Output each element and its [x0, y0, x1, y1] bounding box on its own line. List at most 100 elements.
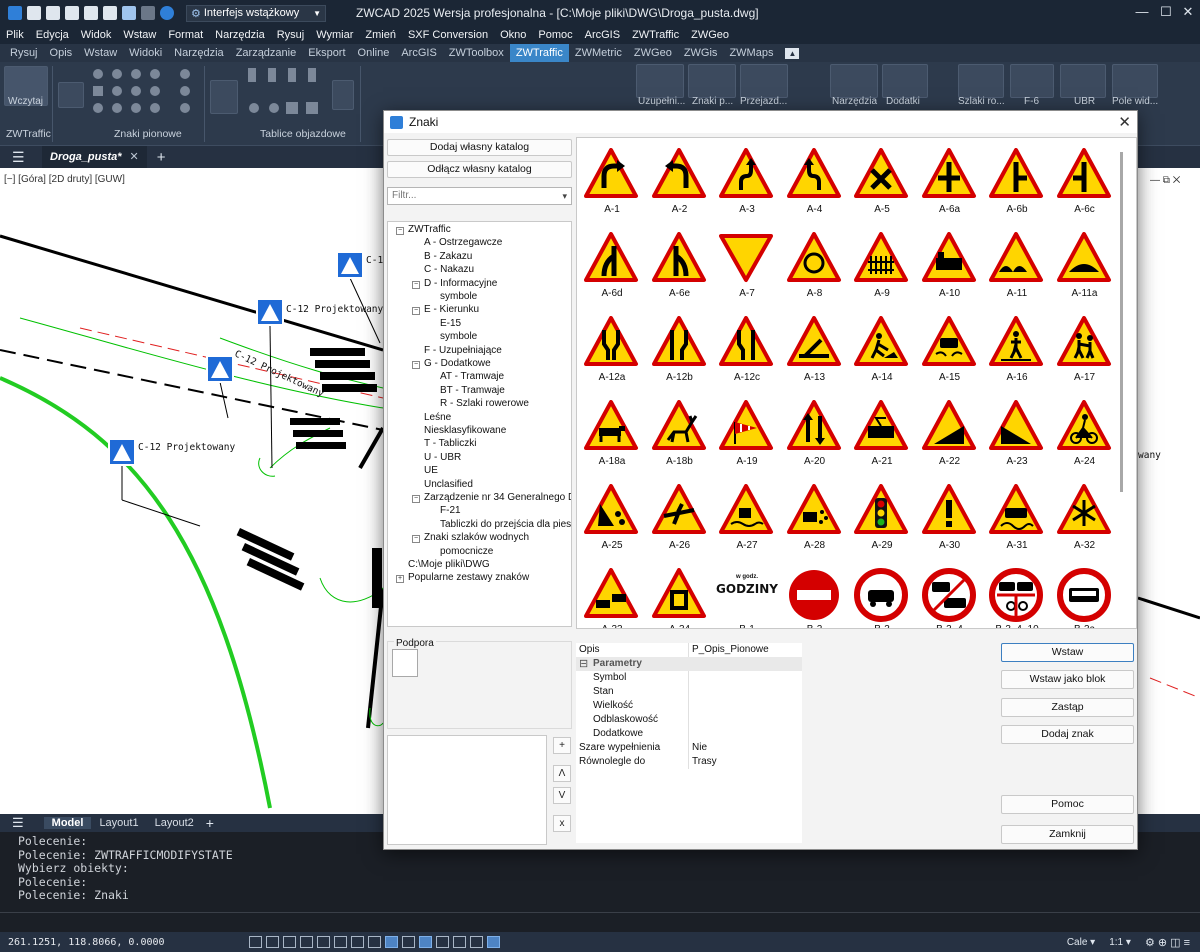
insert-as-block-button[interactable]: Wstaw jako blok [1001, 670, 1134, 689]
property-row-wielkosc[interactable]: Wielkość [576, 699, 802, 713]
sign-item[interactable]: A-13 [782, 310, 848, 392]
sign-item[interactable]: A-6a [917, 142, 983, 224]
tp-toggle-icon[interactable] [401, 936, 415, 948]
sign-item[interactable]: A-2 [647, 142, 713, 224]
sign-item[interactable]: A-4 [782, 142, 848, 224]
add-catalog-button[interactable]: Dodaj własny katalog [387, 139, 572, 156]
ribbon-tab[interactable]: Online [352, 44, 396, 62]
menu-item[interactable]: ArcGIS [579, 29, 626, 41]
undo-icon[interactable] [122, 6, 136, 20]
osnap-toggle-icon[interactable] [316, 936, 330, 948]
sign-item[interactable]: A-12c [714, 310, 780, 392]
property-row-rownolegle[interactable]: Równolegle do Trasy [576, 755, 802, 769]
menu-item[interactable]: ZWGeo [685, 29, 735, 41]
otrack-toggle-icon[interactable] [333, 936, 347, 948]
replace-button[interactable]: Zastąp [1001, 698, 1134, 717]
support-list[interactable] [387, 735, 547, 845]
property-row-opis[interactable]: Opis P_Opis_Pionowe [576, 643, 802, 657]
tree-expander-icon[interactable]: − [412, 535, 420, 544]
lineweight-toggle-icon[interactable] [384, 936, 398, 948]
tree-node[interactable]: Unclasified [424, 479, 473, 490]
sign-item[interactable]: A-18a [579, 394, 645, 476]
model-toggle-icon[interactable] [486, 936, 500, 948]
sign-item[interactable]: B-3_4 [917, 562, 983, 628]
filter-input[interactable]: Filtr... ▾ [387, 187, 572, 205]
menu-item[interactable]: Wymiar [310, 29, 359, 41]
sign-item[interactable]: A-32 [1052, 478, 1118, 560]
property-row-symbol[interactable]: Symbol [576, 671, 802, 685]
tree-node[interactable]: F-21 [440, 505, 461, 516]
help-button[interactable]: Pomoc [1001, 795, 1134, 814]
help-icon[interactable] [160, 6, 174, 20]
detach-catalog-button[interactable]: Odłącz własny katalog [387, 161, 572, 178]
sign-item[interactable]: A-1 [579, 142, 645, 224]
workspace-select[interactable]: ⚙ Interfejs wstążkowy ▼ [186, 4, 326, 22]
menu-item[interactable]: SXF Conversion [402, 29, 494, 41]
new-icon[interactable] [27, 6, 41, 20]
tree-node[interactable]: F - Uzupełniające [424, 345, 502, 356]
detour-tools[interactable] [246, 66, 326, 118]
ubr-button[interactable] [1060, 64, 1106, 98]
sign-item[interactable]: A-11 [984, 226, 1050, 308]
tree-node[interactable]: Zarządzenie nr 34 Generalnego Dyrektora [424, 492, 571, 503]
sign-item[interactable]: A-22 [917, 394, 983, 476]
snap-toggle-icon[interactable] [265, 936, 279, 948]
layout-tab[interactable]: Layout1 [91, 817, 146, 829]
tree-node[interactable]: symbole [440, 331, 477, 342]
sign-item[interactable]: A-28 [782, 478, 848, 560]
tree-node[interactable]: R - Szlaki rowerowe [440, 398, 529, 409]
document-tab[interactable]: Droga_pusta* ✕ [42, 146, 147, 168]
tree-node[interactable]: pomocnicze [440, 546, 493, 557]
sign-item[interactable]: A-15 [917, 310, 983, 392]
sign-item[interactable]: A-6c [1052, 142, 1118, 224]
tree-node[interactable]: Niesklasyfikowane [424, 425, 506, 436]
property-row-odblaskowosc[interactable]: Odblaskowość [576, 713, 802, 727]
sign-icons-grid[interactable] [90, 66, 170, 118]
menu-item[interactable]: Narzędzia [209, 29, 271, 41]
sign-item[interactable]: A-12b [647, 310, 713, 392]
tree-node[interactable]: E - Kierunku [424, 304, 479, 315]
close-window-button[interactable]: ✕ [1180, 4, 1196, 20]
iso-toggle-icon[interactable] [469, 936, 483, 948]
annotation-scale[interactable]: 1:1 ▾ [1109, 937, 1131, 948]
print-icon[interactable] [103, 6, 117, 20]
tree-node[interactable]: A - Ostrzegawcze [424, 237, 502, 248]
sign-item[interactable]: A-29 [849, 478, 915, 560]
ribbon-tab[interactable]: Wstaw [78, 44, 123, 62]
tree-node[interactable]: BT - Tramwaje [440, 385, 505, 396]
sign-item[interactable]: A-6e [647, 226, 713, 308]
tree-node[interactable]: E-15 [440, 318, 461, 329]
support-preview[interactable] [392, 649, 418, 677]
open-icon[interactable] [46, 6, 60, 20]
sign-item[interactable]: A-25 [579, 478, 645, 560]
property-row-dodatkowe[interactable]: Dodatkowe [576, 727, 802, 741]
add-sign-button[interactable]: Dodaj znak [1001, 725, 1134, 744]
ortho-toggle-icon[interactable] [282, 936, 296, 948]
add-support-button[interactable]: + [553, 737, 571, 754]
close-icon[interactable]: ✕ [130, 151, 139, 163]
viewport-window-controls[interactable]: — ⧉ ✕ [1150, 175, 1180, 186]
sign-item[interactable]: B-3 [849, 562, 915, 628]
sign-item[interactable]: A-27 [714, 478, 780, 560]
sign-tool-button[interactable] [58, 82, 84, 108]
znaki-poziome-button[interactable] [688, 64, 736, 98]
ribbon-tab[interactable]: Eksport [302, 44, 351, 62]
tree-node[interactable]: C - Nakazu [424, 264, 474, 275]
sign-item[interactable]: A-11a [1052, 226, 1118, 308]
collapse-icon[interactable]: ⊟ [579, 657, 588, 670]
add-layout-button[interactable]: + [206, 815, 214, 831]
sign-item[interactable]: A-18b [647, 394, 713, 476]
tree-node[interactable]: UE [424, 465, 438, 476]
sign-item[interactable]: A-12a [579, 310, 645, 392]
tree-node[interactable]: G - Dodatkowe [424, 358, 491, 369]
ribbon-collapse-icon[interactable]: ▲ [785, 47, 800, 59]
move-down-button[interactable]: V [553, 787, 571, 804]
menu-icon[interactable]: ☰ [12, 815, 24, 831]
sign-item[interactable]: A-10 [917, 226, 983, 308]
save-icon[interactable] [65, 6, 79, 20]
sign-item[interactable]: A-21 [849, 394, 915, 476]
ribbon-tab[interactable]: Opis [44, 44, 79, 62]
menu-item[interactable]: Zmień [359, 29, 402, 41]
sign-item[interactable]: A-26 [647, 478, 713, 560]
sign-item[interactable]: A-6d [579, 226, 645, 308]
